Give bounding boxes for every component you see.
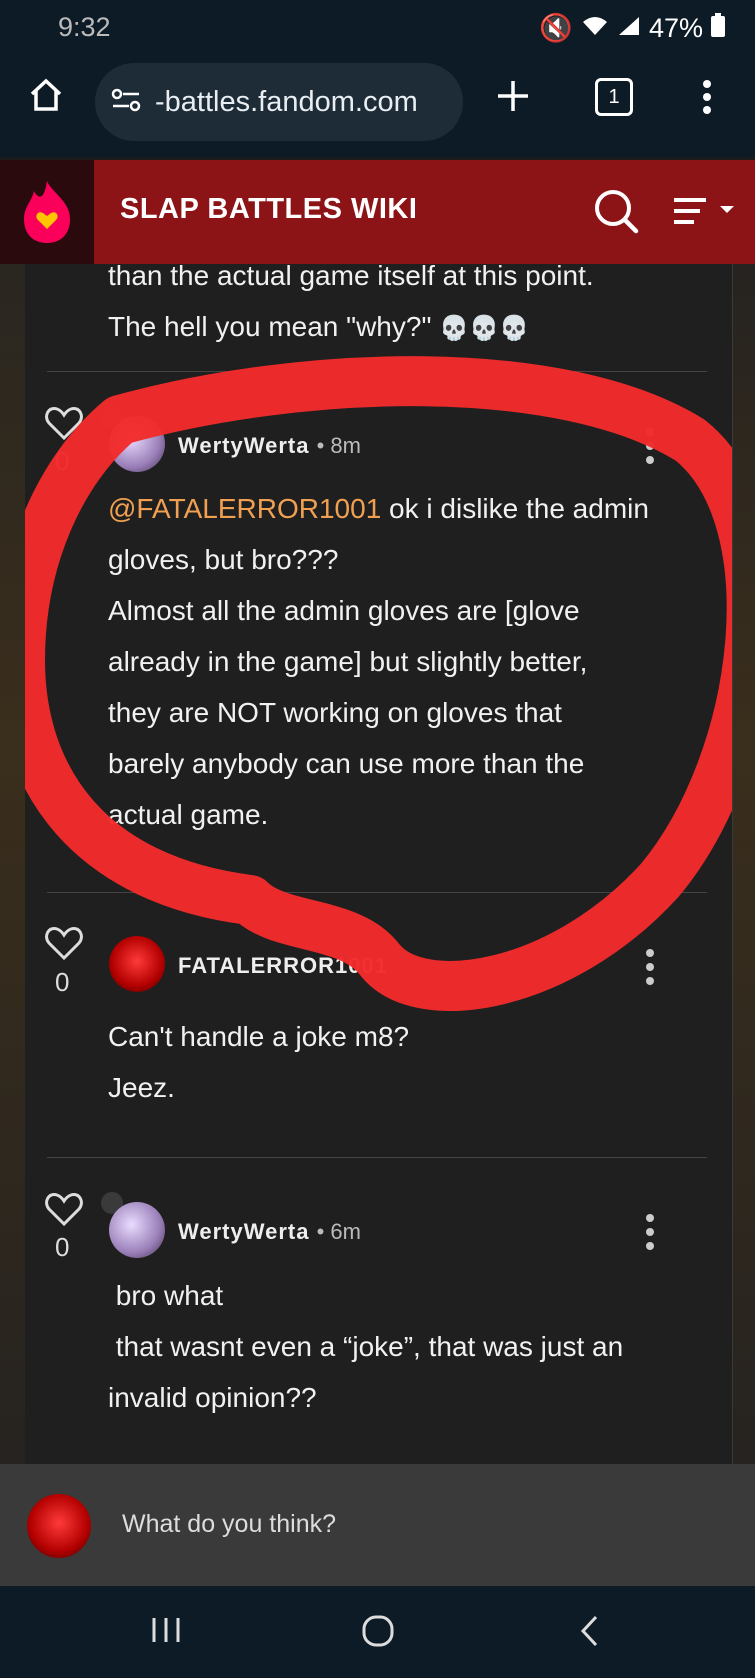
site-settings-icon[interactable] (111, 88, 141, 117)
comment-time: 6m (330, 1219, 361, 1244)
status-bar: 9:32 🔇 47% (0, 0, 755, 55)
clock: 9:32 (58, 12, 111, 42)
wifi-icon (581, 13, 609, 44)
menu-dropdown-icon[interactable] (672, 196, 738, 233)
red-scribble-annotation (25, 356, 732, 1011)
tab-count: 1 (608, 86, 620, 108)
tab-switcher-button[interactable]: 1 (595, 78, 633, 116)
comment-line: invalid opinion?? (108, 1382, 317, 1413)
comment-author[interactable]: WertyWerta • 6m (178, 1219, 361, 1245)
wiki-header: SLAP BATTLES WIKI (0, 160, 755, 264)
avatar (27, 1494, 91, 1558)
browser-menu-icon[interactable] (702, 80, 712, 119)
back-icon[interactable] (578, 1614, 602, 1653)
comments-feed: than the actual game itself at this poin… (25, 264, 733, 1464)
recent-apps-icon[interactable] (150, 1614, 182, 1651)
fandom-logo[interactable] (0, 160, 94, 264)
battery-level: 47% (648, 12, 703, 43)
signal-icon (617, 13, 641, 44)
url-text: -battles.fandom.com (155, 85, 418, 118)
reply-input[interactable]: What do you think? (122, 1510, 336, 1539)
comment-options-icon[interactable] (646, 1214, 654, 1256)
search-icon[interactable] (593, 188, 639, 239)
avatar[interactable] (109, 1202, 165, 1258)
browser-toolbar: -battles.fandom.com 1 (0, 55, 755, 157)
reply-bar: What do you think? (0, 1464, 755, 1586)
new-tab-icon[interactable] (496, 79, 530, 118)
comment-line: that wasnt even a “joke”, that was just … (108, 1331, 624, 1362)
page-background-right (732, 264, 755, 1464)
mute-icon: 🔇 (539, 13, 573, 43)
page-background-left (0, 264, 25, 1464)
wiki-title[interactable]: SLAP BATTLES WIKI (120, 193, 417, 226)
address-bar[interactable]: -battles.fandom.com (95, 63, 463, 141)
comment-line: bro what (108, 1280, 224, 1311)
system-nav-bar (0, 1586, 755, 1678)
like-count: 0 (55, 1232, 70, 1262)
home-nav-icon[interactable] (361, 1614, 395, 1653)
home-icon[interactable] (28, 78, 64, 117)
battery-icon (711, 12, 725, 44)
